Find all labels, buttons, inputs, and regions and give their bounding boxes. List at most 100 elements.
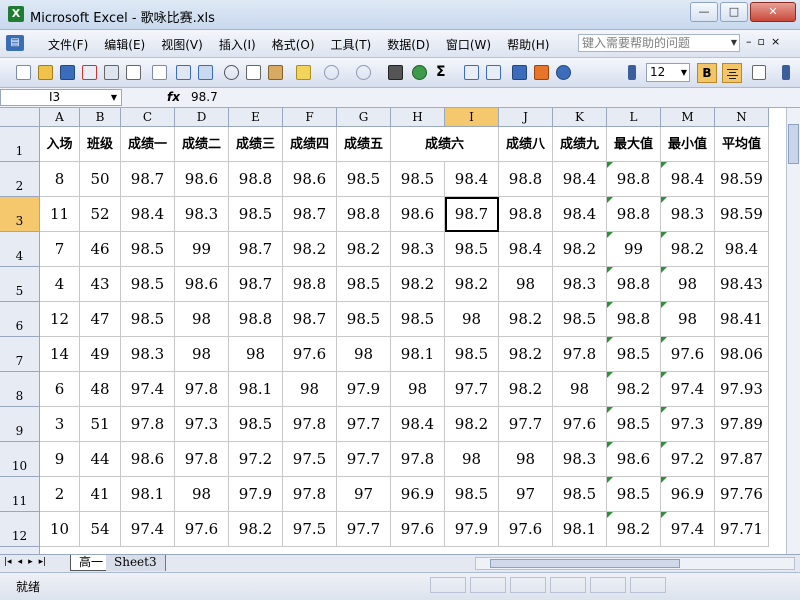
data-cell[interactable]: 97.5 bbox=[283, 442, 337, 477]
undo-icon[interactable] bbox=[324, 65, 339, 80]
data-cell[interactable]: 97.8 bbox=[121, 407, 175, 442]
sort-descending-icon[interactable] bbox=[486, 65, 501, 80]
data-cell[interactable]: 98.43 bbox=[715, 267, 769, 302]
data-cell[interactable]: 98 bbox=[661, 302, 715, 337]
print-preview-icon[interactable] bbox=[126, 65, 141, 80]
data-cell[interactable]: 98.6 bbox=[391, 197, 445, 232]
permission-icon[interactable] bbox=[82, 65, 97, 80]
row-header[interactable]: 12 bbox=[0, 512, 40, 547]
data-cell[interactable]: 3 bbox=[40, 407, 80, 442]
menu-format[interactable]: 格式(O) bbox=[264, 36, 323, 53]
menu-file[interactable]: 文件(F) bbox=[40, 36, 96, 53]
menu-window[interactable]: 窗口(W) bbox=[438, 36, 499, 53]
data-cell[interactable]: 51 bbox=[80, 407, 121, 442]
data-cell[interactable]: 97.2 bbox=[661, 442, 715, 477]
data-cell[interactable]: 98.6 bbox=[121, 442, 175, 477]
maximize-button[interactable]: □ bbox=[720, 2, 748, 22]
select-all-corner[interactable] bbox=[0, 108, 40, 127]
data-cell[interactable]: 98.8 bbox=[499, 162, 553, 197]
data-cell[interactable]: 97.7 bbox=[445, 372, 499, 407]
chevron-down-icon[interactable]: ▼ bbox=[731, 35, 737, 51]
column-header[interactable]: D bbox=[175, 108, 229, 127]
data-cell[interactable]: 50 bbox=[80, 162, 121, 197]
data-cell[interactable]: 98 bbox=[661, 267, 715, 302]
data-cell[interactable]: 98.5 bbox=[445, 337, 499, 372]
data-cell[interactable]: 98.4 bbox=[553, 162, 607, 197]
data-cell[interactable]: 98.2 bbox=[337, 232, 391, 267]
data-cell[interactable]: 98.8 bbox=[229, 162, 283, 197]
data-cell[interactable]: 97.7 bbox=[337, 407, 391, 442]
data-cell[interactable]: 98.5 bbox=[121, 232, 175, 267]
format-painter-icon[interactable] bbox=[296, 65, 311, 80]
data-cell[interactable]: 98.2 bbox=[499, 302, 553, 337]
data-cell[interactable]: 98.6 bbox=[607, 442, 661, 477]
data-cell[interactable]: 98.5 bbox=[121, 302, 175, 337]
data-cell[interactable]: 97.4 bbox=[661, 512, 715, 547]
data-cell[interactable]: 48 bbox=[80, 372, 121, 407]
row-header[interactable]: 7 bbox=[0, 337, 40, 372]
header-cell[interactable]: 平均值 bbox=[715, 127, 769, 162]
data-cell[interactable]: 98.4 bbox=[121, 197, 175, 232]
row-header[interactable]: 4 bbox=[0, 232, 40, 267]
vertical-scrollbar[interactable] bbox=[786, 108, 800, 554]
data-cell[interactable]: 98.5 bbox=[445, 477, 499, 512]
cut-icon[interactable] bbox=[224, 65, 239, 80]
help-icon[interactable] bbox=[556, 65, 571, 80]
data-cell[interactable]: 97.8 bbox=[553, 337, 607, 372]
data-cell[interactable]: 98.7 bbox=[283, 197, 337, 232]
redo-icon[interactable] bbox=[356, 65, 371, 80]
header-cell[interactable]: 成绩三 bbox=[229, 127, 283, 162]
data-cell[interactable]: 97.6 bbox=[175, 512, 229, 547]
open-folder-icon[interactable] bbox=[38, 65, 53, 80]
data-cell[interactable]: 98.06 bbox=[715, 337, 769, 372]
data-cell[interactable]: 98.5 bbox=[607, 407, 661, 442]
data-cell[interactable]: 98.2 bbox=[445, 267, 499, 302]
header-cell[interactable]: 成绩六 bbox=[391, 127, 499, 162]
data-cell[interactable]: 98.4 bbox=[445, 162, 499, 197]
doc-minimize-button[interactable]: – bbox=[746, 35, 752, 48]
data-cell[interactable]: 98.1 bbox=[553, 512, 607, 547]
data-cell[interactable]: 99 bbox=[175, 232, 229, 267]
spelling-icon[interactable] bbox=[176, 65, 191, 80]
data-cell[interactable]: 97.71 bbox=[715, 512, 769, 547]
data-cell[interactable]: 97.4 bbox=[661, 372, 715, 407]
font-size-select[interactable]: 12 ▼ bbox=[646, 63, 690, 82]
data-cell[interactable]: 98.4 bbox=[553, 197, 607, 232]
formula-input[interactable]: 98.7 bbox=[191, 90, 218, 104]
data-cell[interactable]: 98 bbox=[445, 302, 499, 337]
row-header[interactable]: 9 bbox=[0, 407, 40, 442]
name-box[interactable]: I3 ▼ bbox=[0, 89, 122, 106]
data-cell[interactable]: 98.3 bbox=[661, 197, 715, 232]
data-cell[interactable]: 98.2 bbox=[499, 337, 553, 372]
data-cell[interactable]: 97.7 bbox=[337, 512, 391, 547]
data-cell[interactable]: 98.2 bbox=[499, 372, 553, 407]
data-cell[interactable]: 98.4 bbox=[499, 232, 553, 267]
data-cell[interactable]: 98 bbox=[283, 372, 337, 407]
print-icon[interactable] bbox=[104, 65, 119, 80]
data-cell[interactable]: 14 bbox=[40, 337, 80, 372]
column-header[interactable]: H bbox=[391, 108, 445, 127]
insert-function-icon[interactable]: fx bbox=[167, 90, 180, 104]
data-cell[interactable]: 97.4 bbox=[121, 512, 175, 547]
data-cell[interactable]: 98.8 bbox=[499, 197, 553, 232]
data-cell[interactable]: 98.2 bbox=[391, 267, 445, 302]
column-header[interactable]: M bbox=[661, 108, 715, 127]
data-cell[interactable]: 98.3 bbox=[553, 442, 607, 477]
data-cell[interactable]: 98.8 bbox=[337, 197, 391, 232]
data-cell[interactable]: 96.9 bbox=[391, 477, 445, 512]
vertical-scroll-thumb[interactable] bbox=[788, 124, 799, 164]
column-header[interactable]: G bbox=[337, 108, 391, 127]
data-cell[interactable]: 97.6 bbox=[553, 407, 607, 442]
autosum-icon[interactable]: Σ bbox=[436, 65, 451, 80]
data-cell[interactable]: 98.2 bbox=[553, 232, 607, 267]
data-cell[interactable]: 98.5 bbox=[337, 267, 391, 302]
chevron-down-icon[interactable]: ▼ bbox=[681, 64, 687, 81]
column-header[interactable]: A bbox=[40, 108, 80, 127]
data-cell[interactable]: 98.6 bbox=[175, 267, 229, 302]
row-header[interactable]: 1 bbox=[0, 127, 40, 162]
data-cell[interactable]: 41 bbox=[80, 477, 121, 512]
data-cell[interactable]: 8 bbox=[40, 162, 80, 197]
data-cell[interactable]: 98 bbox=[337, 337, 391, 372]
data-cell[interactable]: 98.7 bbox=[283, 302, 337, 337]
data-cell[interactable]: 97.7 bbox=[337, 442, 391, 477]
